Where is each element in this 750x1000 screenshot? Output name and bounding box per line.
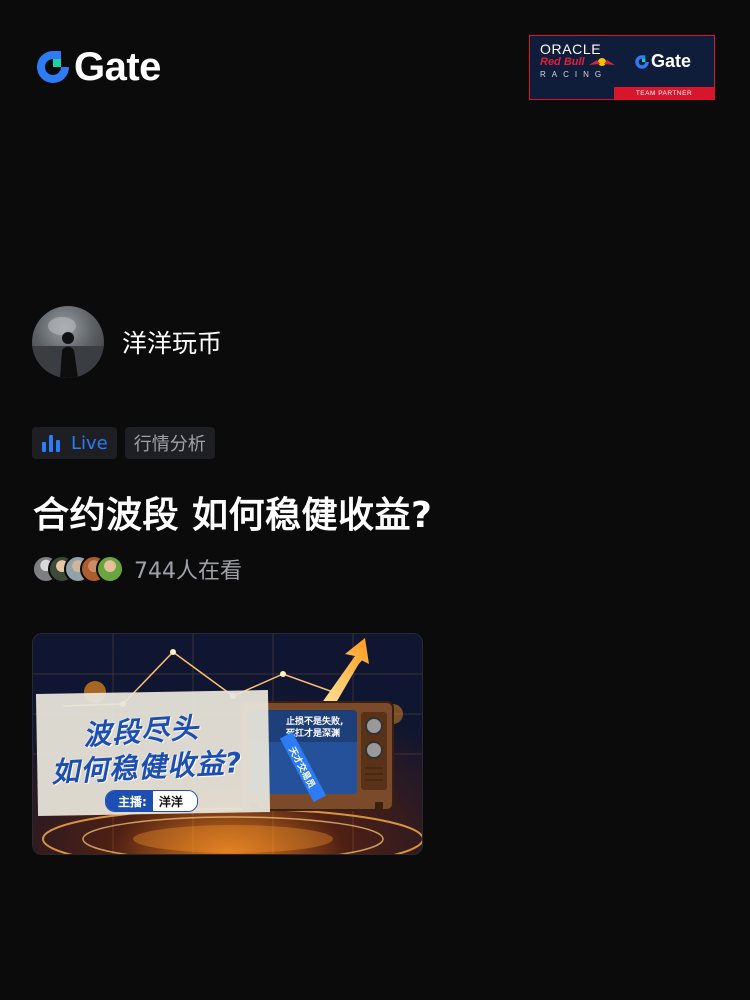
gate-logo[interactable]: Gate [34, 45, 161, 89]
viewer-count: 744人在看 [134, 559, 242, 584]
gate-logo-icon [37, 51, 69, 83]
viewer-avatar [96, 555, 124, 583]
redbull-wordmark: Red Bull [540, 56, 585, 68]
host-avatar[interactable] [32, 306, 104, 378]
stream-title: 合约波段 如何稳健收益? [33, 495, 433, 536]
team-partner-badge[interactable]: ORACLE Red Bull RACING Gate TEAM PARTNER [529, 35, 715, 100]
cover-host-pill: 主播: 洋洋 [105, 790, 198, 812]
viewer-avatars [32, 555, 124, 583]
gate-mini-logo: Gate [634, 51, 691, 72]
category-label: 行情分析 [133, 434, 206, 455]
stream-cover[interactable]: 波段尽头 如何稳健收益? 主播: 洋洋 止损不是失败, 死扛才是深渊 天才交易员 [32, 633, 423, 855]
team-partner-label: TEAM PARTNER [614, 87, 714, 99]
gate-mini-text: Gate [651, 51, 692, 71]
gate-logo-text: Gate [74, 45, 161, 89]
cover-host-value: 洋洋 [152, 791, 197, 811]
live-label: Live [71, 432, 108, 454]
host-avatar-image [32, 317, 104, 378]
oracle-wordmark: ORACLE [540, 41, 602, 57]
racing-wordmark: RACING [540, 70, 608, 79]
host-profile[interactable]: 洋洋玩币 [32, 306, 222, 378]
redbull-bulls-icon [589, 58, 615, 66]
live-tag: Live [32, 427, 117, 459]
viewer-info: 744人在看 [32, 553, 242, 585]
gate-mini-icon [635, 54, 649, 69]
host-name[interactable]: 洋洋玩币 [122, 324, 222, 360]
category-tag[interactable]: 行情分析 [124, 427, 215, 459]
live-bars-icon [42, 435, 60, 452]
cover-host-key: 主播: [106, 791, 153, 811]
stream-tags: Live 行情分析 [32, 427, 215, 459]
